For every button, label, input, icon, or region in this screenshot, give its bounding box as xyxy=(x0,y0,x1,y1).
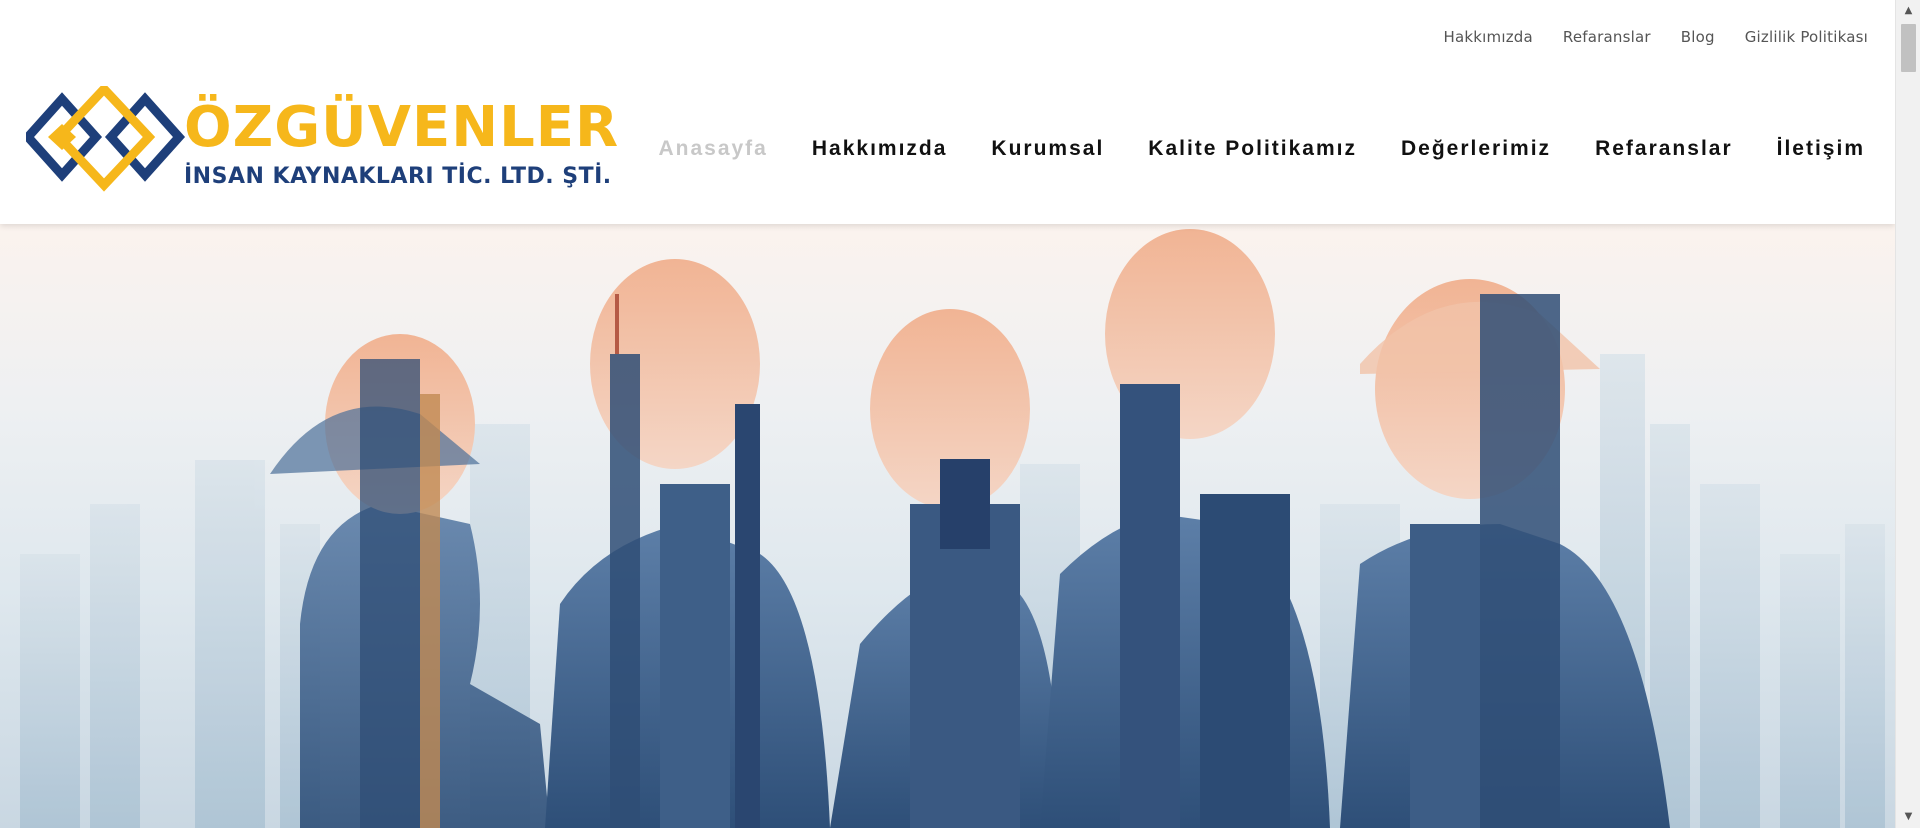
arrow-up-icon[interactable]: ▲ xyxy=(1896,2,1920,20)
logo-diamonds-icon xyxy=(26,86,186,192)
hero-banner xyxy=(0,224,1895,828)
topbar-link-refaranslar[interactable]: Refaranslar xyxy=(1563,28,1651,46)
nav-item-iletisim[interactable]: İletişim xyxy=(1777,137,1865,161)
nav-item-anasayfa[interactable]: Anasayfa xyxy=(658,137,767,161)
logo-subtitle: İNSAN KAYNAKLARI TİC. LTD. ŞTİ. xyxy=(184,164,612,189)
page: Hakkımızda Refaranslar Blog Gizlilik Pol… xyxy=(0,0,1895,828)
arrow-down-icon[interactable]: ▼ xyxy=(1896,808,1920,826)
scrollbar-thumb[interactable] xyxy=(1901,24,1916,72)
nav-item-kurumsal[interactable]: Kurumsal xyxy=(991,137,1104,161)
nav-item-refaranslar[interactable]: Refaranslar xyxy=(1595,137,1733,161)
nav-item-kalite-politikamiz[interactable]: Kalite Politikamız xyxy=(1148,137,1357,161)
topbar-link-gizlilik[interactable]: Gizlilik Politikası xyxy=(1745,28,1868,46)
page-scrollbar[interactable]: ▲ ▼ xyxy=(1895,0,1920,828)
main-nav: Anasayfa Hakkımızda Kurumsal Kalite Poli… xyxy=(658,137,1865,161)
topbar-link-hakkimizda[interactable]: Hakkımızda xyxy=(1444,28,1533,46)
site-logo[interactable]: ÖZGÜVENLER İNSAN KAYNAKLARI TİC. LTD. ŞT… xyxy=(26,86,618,198)
hero-image xyxy=(20,229,1885,828)
nav-item-hakkimizda[interactable]: Hakkımızda xyxy=(812,137,948,161)
logo-brand-name: ÖZGÜVENLER xyxy=(184,95,620,160)
top-utility-nav: Hakkımızda Refaranslar Blog Gizlilik Pol… xyxy=(1444,28,1868,46)
nav-item-degerlerimiz[interactable]: Değerlerimiz xyxy=(1401,137,1551,161)
topbar-link-blog[interactable]: Blog xyxy=(1681,28,1715,46)
site-header: Hakkımızda Refaranslar Blog Gizlilik Pol… xyxy=(0,0,1895,224)
